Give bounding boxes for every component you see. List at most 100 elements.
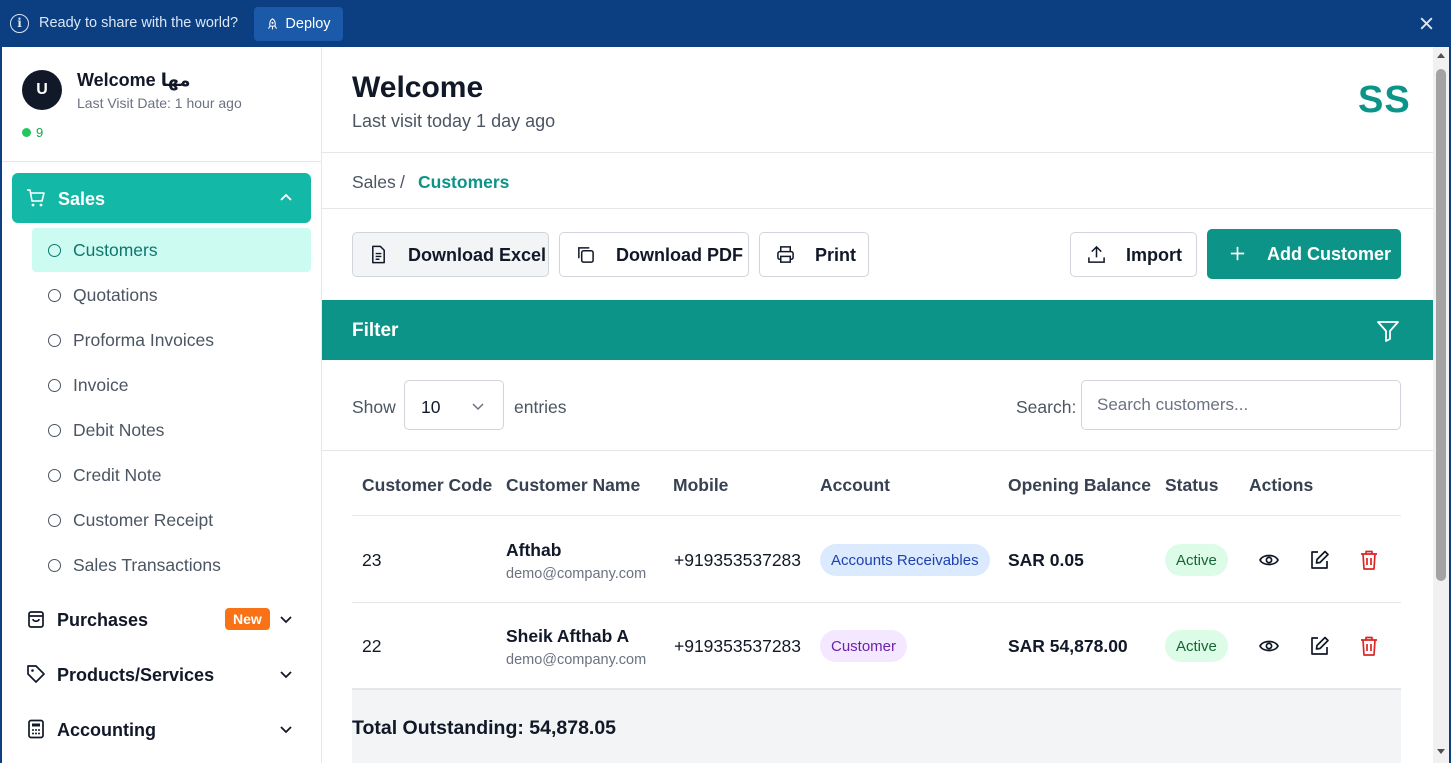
sidebar-item-sales-transactions[interactable]: Sales Transactions bbox=[32, 543, 311, 587]
column-header[interactable]: Status bbox=[1165, 475, 1218, 496]
copy-icon bbox=[578, 247, 594, 263]
edit-icon[interactable] bbox=[1308, 549, 1330, 571]
sidebar-item-label: Customer Receipt bbox=[73, 509, 214, 530]
page-header: Welcome Last visit today 1 day ago SS bbox=[322, 47, 1433, 153]
online-status: 9 bbox=[22, 125, 43, 140]
opening-balance: SAR 0.05 bbox=[1008, 550, 1084, 570]
chevron-down-icon bbox=[280, 616, 292, 624]
add-customer-button[interactable]: Add Customer bbox=[1207, 229, 1401, 279]
page-size-value: 10 bbox=[421, 397, 441, 417]
sidebar-item-customer-receipt[interactable]: Customer Receipt bbox=[32, 498, 311, 542]
page-subtitle: Last visit today 1 day ago bbox=[352, 111, 556, 131]
sidebar-item-products-services[interactable]: Products/Services bbox=[12, 651, 311, 697]
column-header[interactable]: Account bbox=[820, 475, 890, 496]
table-row: 22 Sheik Afthab A demo@company.com +9193… bbox=[352, 603, 1401, 689]
chevron-down-icon bbox=[280, 726, 292, 734]
filter-bar[interactable]: Filter bbox=[322, 300, 1433, 360]
online-count: 9 bbox=[36, 125, 44, 140]
scroll-down-icon[interactable] bbox=[1437, 749, 1445, 754]
customer-name: Sheik Afthab A bbox=[506, 626, 630, 646]
eye-icon[interactable] bbox=[1258, 549, 1280, 571]
deploy-label: Deploy bbox=[285, 16, 331, 32]
sidebar-item-credit-note[interactable]: Credit Note bbox=[32, 453, 311, 497]
circle-icon bbox=[48, 378, 61, 392]
total-outstanding: Total Outstanding: 54,878.05 bbox=[352, 689, 1401, 763]
user-panel: U Welcome مها Last Visit Date: 1 hour ag… bbox=[2, 47, 321, 162]
info-icon: i bbox=[10, 14, 29, 33]
status-badge: Active bbox=[1165, 630, 1228, 662]
sidebar-item-accounting[interactable]: Accounting bbox=[12, 706, 311, 752]
breadcrumb-customers: Customers bbox=[418, 172, 510, 192]
sidebar-item-customers[interactable]: Customers bbox=[32, 228, 311, 272]
filter-icon[interactable] bbox=[1376, 319, 1400, 343]
sidebar-item-label: Sales bbox=[58, 189, 106, 209]
close-icon[interactable] bbox=[1418, 15, 1435, 32]
chevron-down-icon bbox=[280, 671, 292, 679]
sidebar-item-invoice[interactable]: Invoice bbox=[32, 363, 311, 407]
table-row: 23 Afthab demo@company.com +919353537283… bbox=[352, 517, 1401, 603]
sidebar-item-purchases[interactable]: Purchases New bbox=[12, 596, 311, 642]
total-outstanding-label: Total Outstanding: 54,878.05 bbox=[352, 717, 617, 739]
user-welcome: Welcome مها bbox=[77, 70, 191, 90]
opening-balance: SAR 54,878.00 bbox=[1008, 636, 1128, 656]
download-pdf-button[interactable]: Download PDF bbox=[559, 232, 749, 277]
sidebar-item-debit-notes[interactable]: Debit Notes bbox=[32, 408, 311, 452]
printer-icon bbox=[777, 246, 794, 263]
tag-icon bbox=[27, 665, 45, 683]
trash-icon[interactable] bbox=[1358, 635, 1380, 657]
shopping-bag-icon bbox=[28, 611, 44, 628]
trash-icon[interactable] bbox=[1358, 549, 1380, 571]
file-text-icon bbox=[372, 245, 385, 264]
circle-icon bbox=[48, 513, 61, 527]
column-header[interactable]: Customer Name bbox=[506, 475, 640, 496]
sidebar-item-label: Proforma Invoices bbox=[73, 329, 215, 350]
sidebar-item-label: Credit Note bbox=[73, 464, 162, 485]
column-header[interactable]: Customer Code bbox=[362, 475, 492, 496]
print-button[interactable]: Print bbox=[759, 232, 869, 277]
table-controls: Show 10 entries Search: bbox=[322, 360, 1433, 451]
sidebar-item-label: Accounting bbox=[57, 720, 156, 740]
circle-icon bbox=[48, 468, 61, 482]
sidebar-item-label: Invoice bbox=[73, 374, 129, 395]
breadcrumb-sales[interactable]: Sales bbox=[352, 172, 396, 193]
banner-message: Ready to share with the world? bbox=[39, 15, 239, 31]
search-input[interactable] bbox=[1081, 380, 1401, 430]
company-logo: SS bbox=[1358, 79, 1411, 121]
scrollbar-thumb[interactable] bbox=[1436, 69, 1446, 581]
circle-icon bbox=[48, 288, 61, 302]
plus-icon bbox=[1230, 246, 1245, 261]
circle-icon bbox=[48, 423, 61, 437]
user-last-visit: Last Visit Date: 1 hour ago bbox=[77, 95, 242, 111]
sidebar-item-quotations[interactable]: Quotations bbox=[32, 273, 311, 317]
upload-icon bbox=[1088, 245, 1105, 263]
column-header[interactable]: Mobile bbox=[673, 475, 728, 496]
scroll-up-icon[interactable] bbox=[1437, 53, 1445, 58]
deploy-button[interactable]: Deploy bbox=[254, 7, 343, 41]
print-label: Print bbox=[815, 245, 857, 265]
download-excel-button[interactable]: Download Excel bbox=[352, 232, 549, 277]
edit-icon[interactable] bbox=[1308, 635, 1330, 657]
page-size-select[interactable]: 10 bbox=[404, 380, 504, 430]
sidebar: U Welcome مها Last Visit Date: 1 hour ag… bbox=[2, 47, 322, 763]
show-label: Show bbox=[352, 397, 396, 417]
column-header: Actions bbox=[1249, 475, 1314, 495]
scrollbar[interactable] bbox=[1433, 47, 1449, 763]
sidebar-item-sales[interactable]: Sales bbox=[12, 173, 311, 223]
rocket-icon bbox=[268, 17, 278, 29]
column-header[interactable]: Opening Balance bbox=[1008, 475, 1151, 496]
import-button[interactable]: Import bbox=[1070, 232, 1197, 277]
breadcrumb-separator: / bbox=[400, 172, 405, 192]
sidebar-item-label: Products/Services bbox=[57, 665, 215, 685]
account-badge: Customer bbox=[820, 630, 908, 662]
avatar[interactable]: U bbox=[22, 70, 62, 110]
eye-icon[interactable] bbox=[1258, 635, 1280, 657]
breadcrumb: Sales / Customers bbox=[322, 153, 1433, 209]
sidebar-item-proforma-invoices[interactable]: Proforma Invoices bbox=[32, 318, 311, 362]
search-label: Search: bbox=[1016, 397, 1077, 417]
page-title: Welcome bbox=[352, 71, 484, 104]
customer-name: Afthab bbox=[506, 540, 562, 560]
customer-code: 22 bbox=[362, 636, 382, 656]
filter-title: Filter bbox=[352, 320, 399, 341]
new-badge: New bbox=[225, 608, 270, 630]
circle-icon bbox=[48, 558, 61, 572]
